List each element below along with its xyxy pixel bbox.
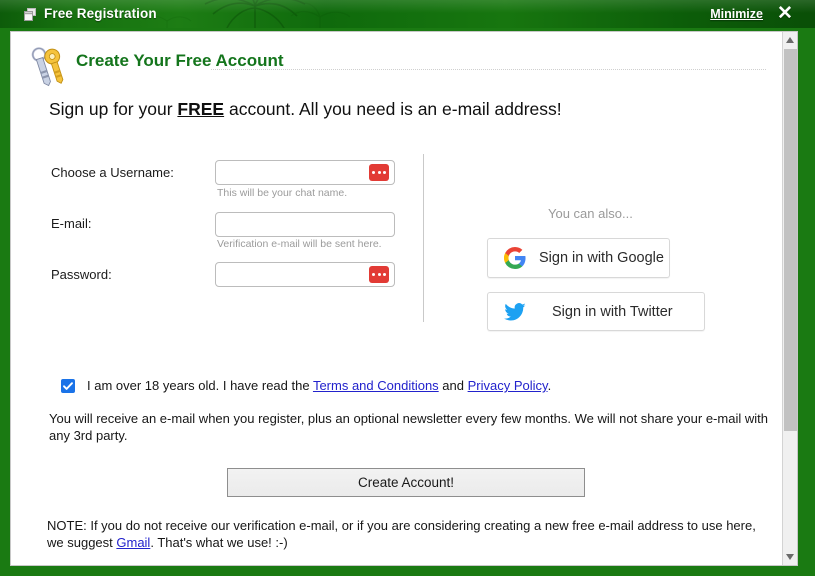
terms-and-conditions-link[interactable]: Terms and Conditions: [313, 378, 439, 393]
chevron-down-icon: [786, 554, 794, 560]
form-social-divider: [423, 154, 424, 322]
newsletter-paragraph: You will receive an e-mail when you regi…: [49, 411, 768, 443]
keys-icon: [31, 47, 64, 87]
password-input[interactable]: [215, 262, 395, 287]
twitter-button-label: Sign in with Twitter: [552, 303, 673, 320]
google-icon: [504, 247, 526, 269]
privacy-policy-link[interactable]: Privacy Policy: [468, 378, 548, 393]
tagline-pre: Sign up for your: [49, 99, 178, 119]
page-title: Create Your Free Account: [76, 51, 284, 70]
window-restore-icon: [24, 8, 36, 21]
scroll-up-button[interactable]: [783, 32, 797, 48]
sign-in-with-twitter-button[interactable]: Sign in with Twitter: [487, 292, 705, 331]
consent-text-mid: and: [438, 378, 468, 393]
consent-text: I am over 18 years old. I have read the …: [87, 378, 551, 393]
email-input[interactable]: [215, 212, 395, 237]
registration-window: Free Registration Minimize ✕ Create Your…: [0, 0, 815, 576]
verification-note: NOTE: If you do not receive our verifica…: [47, 517, 775, 551]
checkmark-icon: [63, 382, 73, 390]
username-autofill-icon[interactable]: [369, 164, 389, 181]
email-hint: Verification e-mail will be sent here.: [217, 238, 382, 250]
username-hint: This will be your chat name.: [217, 187, 348, 199]
create-account-button[interactable]: Create Account!: [227, 468, 585, 497]
username-input[interactable]: [215, 160, 395, 185]
scroll-down-button[interactable]: [783, 549, 797, 565]
tagline-emphasis: FREE: [177, 99, 225, 119]
scrollbar-thumb[interactable]: [784, 49, 797, 431]
email-label: E-mail:: [51, 216, 92, 231]
consent-text-pre: I am over 18 years old. I have read the: [87, 378, 313, 393]
username-label: Choose a Username:: [51, 165, 174, 180]
password-autofill-icon[interactable]: [369, 266, 389, 283]
social-heading: You can also...: [548, 206, 633, 221]
sign-in-with-google-button[interactable]: Sign in with Google: [487, 238, 670, 278]
window-title: Free Registration: [44, 6, 157, 21]
gmail-link[interactable]: Gmail: [116, 535, 150, 550]
registration-document: Create Your Free Account Sign up for you…: [11, 32, 782, 565]
twitter-icon: [504, 302, 526, 320]
registration-panel: Create Your Free Account Sign up for you…: [10, 31, 798, 566]
age-consent-checkbox[interactable]: [61, 379, 75, 393]
consent-text-post: .: [547, 378, 552, 393]
tagline-post: account. All you need is an e-mail addre…: [224, 99, 562, 119]
vertical-scrollbar[interactable]: [782, 32, 797, 565]
chevron-up-icon: [786, 37, 794, 43]
window-titlebar: Free Registration Minimize ✕: [0, 0, 815, 28]
note-text-post: . That's what we use! :-): [150, 535, 288, 550]
google-button-label: Sign in with Google: [539, 250, 664, 266]
tagline: Sign up for your FREE account. All you n…: [49, 99, 562, 120]
password-label: Password:: [51, 267, 112, 282]
minimize-button[interactable]: Minimize: [710, 7, 763, 21]
close-button[interactable]: ✕: [775, 3, 795, 25]
heading-divider: [211, 69, 766, 70]
